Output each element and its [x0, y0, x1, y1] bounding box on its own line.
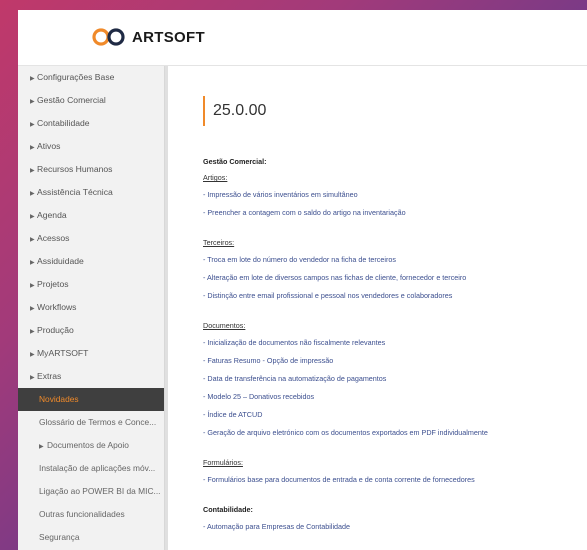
chevron-right-icon: ▶: [30, 214, 35, 220]
list-item[interactable]: - Preencher a contagem com o saldo do ar…: [203, 204, 587, 222]
sidebar-item-label: MyARTSOFT: [37, 348, 89, 358]
list-item[interactable]: - Inicialização de documentos não fiscal…: [203, 334, 587, 352]
sidebar-subitem-ligacao-power-bi[interactable]: Ligação ao POWER BI da MIC...: [18, 480, 164, 503]
sidebar-item-projetos[interactable]: ▶ Projetos: [18, 273, 164, 296]
sidebar-subitem-seguranca[interactable]: Segurança: [18, 526, 164, 549]
section-title: Contabilidade:: [203, 505, 253, 514]
sidebar-item-label: Recursos Humanos: [37, 164, 113, 174]
sidebar-item-contabilidade[interactable]: ▶ Contabilidade: [18, 112, 164, 135]
group-title: Artigos:: [203, 173, 228, 182]
sidebar-item-label: Assiduidade: [37, 256, 84, 266]
sidebar-item-ativos[interactable]: ▶ Ativos: [18, 135, 164, 158]
release-notes: Gestão Comercial: Artigos: - Impressão d…: [203, 154, 587, 536]
sidebar-item-assistencia-tecnica[interactable]: ▶ Assistência Técnica: [18, 181, 164, 204]
sidebar-item-label: Gestão Comercial: [37, 95, 106, 105]
list-item[interactable]: - Distinção entre email profissional e p…: [203, 287, 587, 305]
sidebar-item-myartsoft[interactable]: ▶ MyARTSOFT: [18, 342, 164, 365]
chevron-right-icon: ▶: [30, 260, 35, 266]
sidebar-subitem-glossario[interactable]: Glossário de Termos e Conce...: [18, 411, 164, 434]
chevron-right-icon: ▶: [30, 283, 35, 289]
chevron-right-icon: ▶: [30, 191, 35, 197]
list-item[interactable]: - Data de transferência na automatização…: [203, 370, 587, 388]
chevron-right-icon: ▶: [30, 145, 35, 151]
sidebar-item-extras[interactable]: ▶ Extras: [18, 365, 164, 388]
sidebar-item-agenda[interactable]: ▶ Agenda: [18, 204, 164, 227]
chevron-right-icon: ▶: [30, 122, 35, 128]
logo-rings-icon: [92, 28, 125, 46]
sidebar-subitem-instalacao-aplicacoes[interactable]: Instalação de aplicações móv...: [18, 457, 164, 480]
sidebar-item-label: Agenda: [37, 210, 67, 220]
sidebar-item-producao[interactable]: ▶ Produção: [18, 319, 164, 342]
list-item[interactable]: - Índice de ATCUD: [203, 406, 587, 424]
list-item[interactable]: - Geração de arquivo eletrónico com os d…: [203, 424, 587, 442]
sidebar-subitem-novidades[interactable]: Novidades: [18, 388, 164, 411]
list-item[interactable]: - Faturas Resumo - Opção de impressão: [203, 352, 587, 370]
sidebar-item-configuracoes-base[interactable]: ▶ Configurações Base: [18, 66, 164, 89]
sidebar-item-label: Contabilidade: [37, 118, 90, 128]
sidebar-item-label: Documentos de Apoio: [47, 440, 129, 450]
sidebar-item-label: Workflows: [37, 302, 77, 312]
sidebar-item-recursos-humanos[interactable]: ▶ Recursos Humanos: [18, 158, 164, 181]
chevron-down-icon: ▶: [30, 375, 35, 381]
list-item[interactable]: - Impressão de vários inventários em sim…: [203, 186, 587, 204]
sidebar-item-label: Produção: [37, 325, 74, 335]
list-item[interactable]: - Troca em lote do número do vendedor na…: [203, 251, 587, 269]
sidebar-item-workflows[interactable]: ▶ Workflows: [18, 296, 164, 319]
main-content: 25.0.00 Gestão Comercial: Artigos: - Imp…: [168, 66, 587, 550]
chevron-right-icon: ▶: [30, 329, 35, 335]
sidebar: ▶ Configurações Base ▶ Gestão Comercial ▶ C…: [18, 66, 165, 550]
sidebar-item-label: Configurações Base: [37, 72, 115, 82]
group-title: Formulários:: [203, 458, 243, 467]
chevron-right-icon: ▶: [30, 306, 35, 312]
chevron-right-icon: ▶: [39, 444, 44, 450]
sidebar-subitem-documentos-de-apoio[interactable]: ▶ Documentos de Apoio: [18, 434, 164, 457]
sidebar-item-label: Acessos: [37, 233, 70, 243]
section-title: Gestão Comercial:: [203, 157, 267, 166]
list-item[interactable]: - Alteração em lote de diversos campos n…: [203, 269, 587, 287]
sidebar-item-assiduidade[interactable]: ▶ Assiduidade: [18, 250, 164, 273]
sidebar-item-label: Extras: [37, 371, 62, 381]
brand-name: ARTSOFT: [132, 28, 205, 46]
artsoft-logo[interactable]: ARTSOFT: [91, 27, 205, 47]
sidebar-item-label: Projetos: [37, 279, 69, 289]
app-window: ARTSOFT ▶ Configurações Base ▶ Gestão Come…: [18, 10, 587, 550]
sidebar-item-label: Ativos: [37, 141, 61, 151]
chevron-right-icon: ▶: [30, 237, 35, 243]
sidebar-item-acessos[interactable]: ▶ Acessos: [18, 227, 164, 250]
chevron-right-icon: ▶: [30, 352, 35, 358]
list-item[interactable]: - Modelo 25 – Donativos recebidos: [203, 388, 587, 406]
list-item[interactable]: - Formulários base para documentos de en…: [203, 471, 587, 489]
group-title: Terceiros:: [203, 238, 235, 247]
group-title: Documentos:: [203, 321, 246, 330]
sidebar-item-gestao-comercial[interactable]: ▶ Gestão Comercial: [18, 89, 164, 112]
chevron-right-icon: ▶: [30, 168, 35, 174]
list-item[interactable]: - Automação para Empresas de Contabilida…: [203, 518, 587, 536]
page-title: 25.0.00: [203, 96, 587, 126]
top-bar: ARTSOFT: [18, 10, 587, 66]
chevron-right-icon: ▶: [30, 99, 35, 105]
sidebar-item-label: Assistência Técnica: [37, 187, 113, 197]
chevron-right-icon: ▶: [30, 76, 35, 82]
sidebar-subitem-outras-funcionalidades[interactable]: Outras funcionalidades: [18, 503, 164, 526]
